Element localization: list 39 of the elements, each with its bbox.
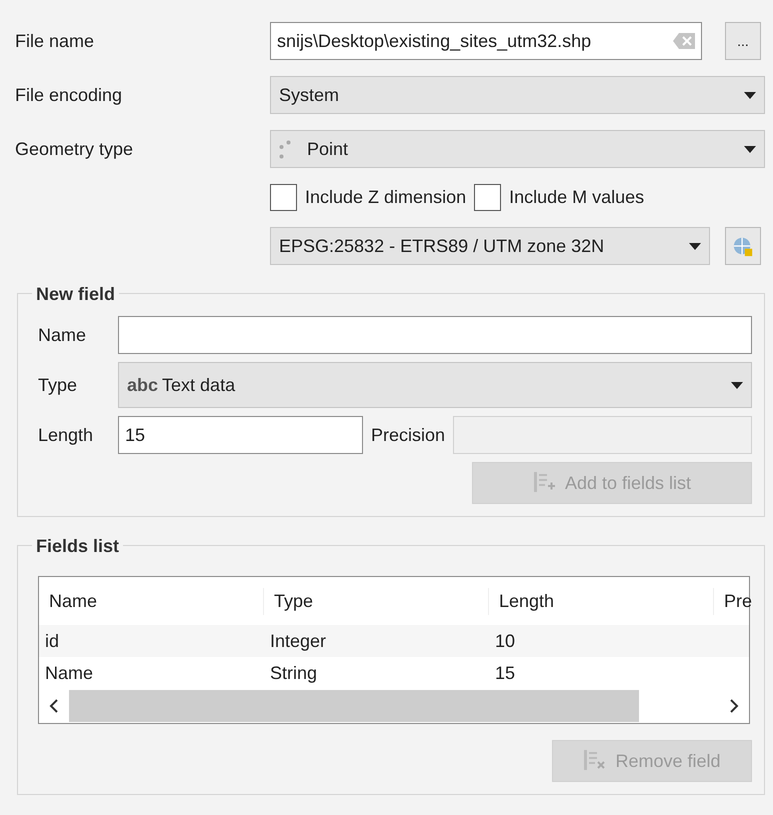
length-field[interactable]: 15: [118, 416, 363, 454]
name-field[interactable]: [118, 316, 752, 354]
table-cell-text: 10: [494, 630, 516, 652]
crs-dropdown[interactable]: EPSG:25832 - ETRS89 / UTM zone 32N: [270, 227, 710, 265]
caret-icon: [744, 92, 756, 98]
field-label: File name: [15, 30, 96, 52]
scrollbar-thumb[interactable]: [69, 690, 639, 722]
table-cell-text: String: [269, 662, 318, 685]
checkbox[interactable]: [474, 184, 502, 211]
table-cell-text: Integer: [269, 630, 328, 653]
field-label: Name: [38, 324, 88, 346]
column-header[interactable]: Length: [489, 588, 714, 614]
clear-icon[interactable]: [673, 33, 695, 49]
column-header[interactable]: Name: [39, 588, 264, 614]
column-header[interactable]: Pre: [714, 588, 750, 614]
checkbox-label: Include M values: [509, 186, 644, 209]
checkbox-label: Include Z dimension: [305, 186, 466, 209]
caret-icon: [731, 382, 743, 388]
table-cell-text: Name: [44, 662, 94, 684]
list-remove-icon: [583, 749, 608, 773]
field-label: File encoding: [15, 84, 124, 107]
geometry-dropdown[interactable]: Point: [270, 130, 765, 168]
checkbox[interactable]: [270, 184, 297, 211]
table-cell-text: id: [44, 630, 60, 652]
browse-button[interactable]: ...: [725, 22, 761, 60]
caret-icon: [689, 242, 701, 250]
field-label: Type: [38, 374, 78, 397]
field-label: Geometry type: [15, 138, 134, 161]
column-header[interactable]: Type: [264, 588, 489, 614]
table-cell-text: 15: [494, 662, 516, 684]
file-path-field[interactable]: snijs\Desktop\existing_sites_utm32.shp: [270, 22, 702, 60]
field-label: Length: [38, 424, 94, 447]
encoding-dropdown[interactable]: System: [270, 76, 765, 114]
list-add-icon: [532, 471, 557, 495]
field-label: Precision: [371, 424, 446, 446]
caret-icon: [744, 146, 756, 152]
crs-select-button[interactable]: [725, 227, 761, 265]
type-dropdown[interactable]: abc Text data: [118, 362, 752, 408]
point-icon: [279, 140, 291, 158]
